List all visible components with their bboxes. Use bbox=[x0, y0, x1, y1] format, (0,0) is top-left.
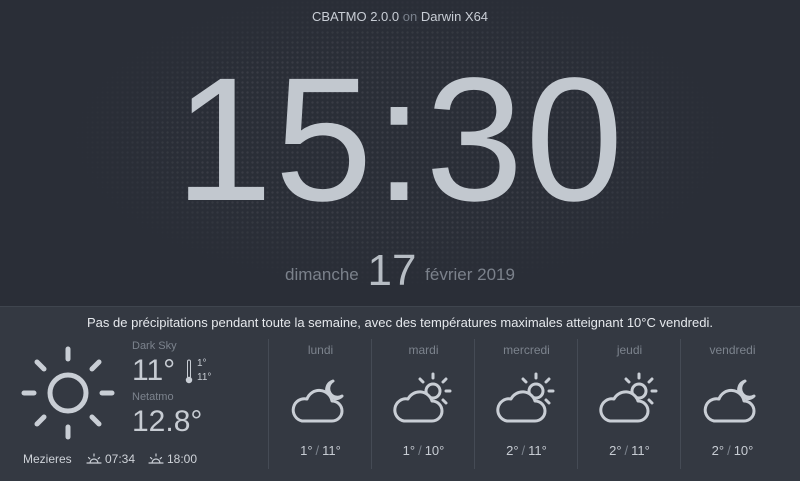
forecast-day-name: mardi bbox=[408, 343, 439, 357]
sun-icon bbox=[21, 346, 115, 440]
range-separator: / bbox=[521, 443, 526, 458]
forecast-day-mercredi: mercredi 2°/11° bbox=[474, 339, 578, 469]
darksky-label: Dark Sky bbox=[132, 340, 177, 352]
app-title: CBATMO 2.0.0 on Darwin X64 bbox=[0, 9, 800, 24]
forecast-range: 1°/10° bbox=[372, 443, 475, 458]
sunrise: 07:34 bbox=[86, 452, 135, 466]
range-separator: / bbox=[624, 443, 629, 458]
forecast-max: 10° bbox=[424, 443, 445, 458]
forecast-range: 2°/11° bbox=[475, 443, 578, 458]
darksky-temp: 11° bbox=[132, 354, 176, 387]
range-separator: / bbox=[315, 443, 320, 458]
location-name: Mezieres bbox=[23, 452, 72, 466]
cloud-sun-icon bbox=[496, 372, 555, 423]
clock-time: 15:30 bbox=[174, 42, 626, 238]
cloud-moon-icon bbox=[703, 379, 756, 423]
cloud-sun-icon bbox=[393, 372, 452, 423]
platform-name: Darwin X64 bbox=[420, 9, 489, 24]
sunset: 18:00 bbox=[148, 452, 197, 466]
forecast-min: 2° bbox=[506, 443, 519, 458]
weather-panel: Pas de précipitations pendant toute la s… bbox=[0, 306, 800, 481]
date-weekday: dimanche bbox=[285, 265, 359, 284]
forecast-day-jeudi: jeudi 2°/11° bbox=[577, 339, 681, 469]
sunset-time: 18:00 bbox=[167, 452, 198, 466]
forecast-day-lundi: lundi 1°/11° bbox=[268, 339, 372, 469]
forecast-day-mardi: mardi 1°/10° bbox=[371, 339, 475, 469]
netatmo-label: Netatmo bbox=[132, 391, 174, 403]
forecast-max: 11° bbox=[322, 443, 341, 458]
range-separator: / bbox=[727, 443, 731, 458]
darksky-min: 1° bbox=[197, 358, 207, 369]
forecast-day-vendredi: vendredi 2°/10° bbox=[680, 339, 784, 469]
app-version: CBATMO 2.0.0 bbox=[311, 9, 400, 24]
forecast-day-name: vendredi bbox=[709, 343, 756, 357]
sunrise-time: 07:34 bbox=[105, 452, 136, 466]
netatmo-temp: 12.8° bbox=[132, 405, 203, 438]
forecast-min: 2° bbox=[711, 443, 725, 458]
forecast-range: 2°/10° bbox=[681, 443, 784, 458]
date-day: 17 bbox=[367, 246, 417, 295]
forecast-day-name: mercredi bbox=[503, 343, 550, 357]
sunset-icon bbox=[148, 453, 164, 464]
thermometer-icon bbox=[185, 359, 193, 384]
sunrise-icon bbox=[86, 453, 102, 464]
date-line: dimanche 17 février 2019 bbox=[0, 246, 800, 296]
darksky-max: 11° bbox=[197, 372, 212, 383]
forecast-min: 1° bbox=[300, 443, 313, 458]
title-on-word: on bbox=[402, 9, 418, 24]
date-month-year: février 2019 bbox=[425, 265, 515, 284]
forecast-day-name: lundi bbox=[307, 343, 334, 357]
range-separator: / bbox=[418, 443, 422, 458]
forecast-range: 1°/11° bbox=[269, 443, 372, 458]
forecast-max: 10° bbox=[733, 443, 754, 458]
forecast-day-name: jeudi bbox=[616, 343, 643, 357]
current-weather: Dark Sky 11° 1° 11° Netatmo 12.8° Mezier… bbox=[0, 307, 262, 481]
cloud-sun-icon bbox=[599, 372, 658, 423]
forecast-min: 1° bbox=[402, 443, 416, 458]
forecast-range: 2°/11° bbox=[578, 443, 681, 458]
forecast-max: 11° bbox=[528, 443, 547, 458]
forecast-max: 11° bbox=[631, 443, 650, 458]
cloud-moon-icon bbox=[291, 379, 344, 423]
forecast-min: 2° bbox=[609, 443, 622, 458]
